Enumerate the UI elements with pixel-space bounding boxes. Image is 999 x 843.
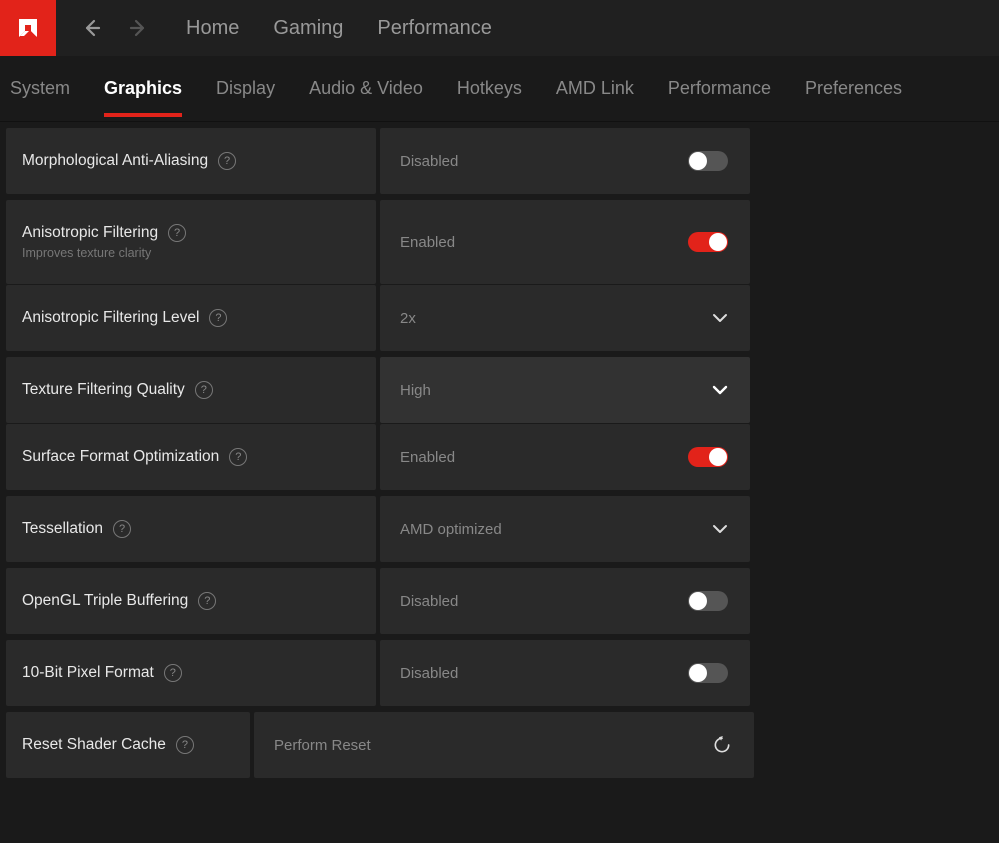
sub-tabs: System Graphics Display Audio & Video Ho… bbox=[0, 56, 999, 122]
nav-arrows bbox=[74, 10, 156, 46]
topbar: Home Gaming Performance bbox=[0, 0, 999, 56]
setting-title: 10-Bit Pixel Format bbox=[22, 664, 154, 682]
chevron-down-icon bbox=[712, 524, 728, 534]
row-tessellation: Tessellation ? AMD optimized bbox=[6, 496, 993, 562]
group-morph-aa: Morphological Anti-Aliasing ? Disabled bbox=[6, 128, 993, 194]
row-reset-shader: Reset Shader Cache ? Perform Reset bbox=[6, 712, 993, 778]
amd-arrow-icon bbox=[13, 13, 43, 43]
label-surface-opt: Surface Format Optimization ? bbox=[6, 424, 376, 490]
chevron-down-icon bbox=[712, 385, 728, 395]
value-10bit: Disabled bbox=[380, 640, 750, 706]
tab-performance[interactable]: Performance bbox=[377, 17, 492, 40]
settings-content: Morphological Anti-Aliasing ? Disabled A… bbox=[0, 122, 999, 778]
group-texture: Texture Filtering Quality ? High Surface… bbox=[6, 357, 993, 490]
help-icon[interactable]: ? bbox=[195, 381, 213, 399]
tab-home[interactable]: Home bbox=[186, 17, 239, 40]
toggle-ogl-triple[interactable] bbox=[688, 591, 728, 611]
row-aniso: Anisotropic Filtering ? Improves texture… bbox=[6, 200, 993, 284]
label-reset-shader: Reset Shader Cache ? bbox=[6, 712, 250, 778]
row-ogl-triple: OpenGL Triple Buffering ? Disabled bbox=[6, 568, 993, 634]
row-tex-quality: Texture Filtering Quality ? High bbox=[6, 357, 993, 423]
toggle-surface-opt[interactable] bbox=[688, 447, 728, 467]
top-tabs: Home Gaming Performance bbox=[186, 17, 492, 40]
setting-title: Reset Shader Cache bbox=[22, 736, 166, 754]
subtab-hotkeys[interactable]: Hotkeys bbox=[457, 74, 522, 103]
help-icon[interactable]: ? bbox=[164, 664, 182, 682]
help-icon[interactable]: ? bbox=[176, 736, 194, 754]
value-surface-opt: Enabled bbox=[380, 424, 750, 490]
help-icon[interactable]: ? bbox=[168, 224, 186, 242]
row-morph-aa: Morphological Anti-Aliasing ? Disabled bbox=[6, 128, 993, 194]
setting-subtitle: Improves texture clarity bbox=[22, 246, 360, 260]
dropdown-tessellation[interactable]: AMD optimized bbox=[380, 496, 750, 562]
help-icon[interactable]: ? bbox=[198, 592, 216, 610]
label-tex-quality: Texture Filtering Quality ? bbox=[6, 357, 376, 423]
group-aniso: Anisotropic Filtering ? Improves texture… bbox=[6, 200, 993, 351]
row-surface-opt: Surface Format Optimization ? Enabled bbox=[6, 424, 993, 490]
subtab-amd-link[interactable]: AMD Link bbox=[556, 74, 634, 103]
group-ogl: OpenGL Triple Buffering ? Disabled bbox=[6, 568, 993, 634]
label-tessellation: Tessellation ? bbox=[6, 496, 376, 562]
label-aniso: Anisotropic Filtering ? Improves texture… bbox=[6, 200, 376, 284]
label-ogl-triple: OpenGL Triple Buffering ? bbox=[6, 568, 376, 634]
reset-icon bbox=[712, 735, 732, 755]
action-text: Perform Reset bbox=[274, 737, 371, 754]
subtab-system[interactable]: System bbox=[10, 74, 70, 103]
dropdown-tex-quality[interactable]: High bbox=[380, 357, 750, 423]
setting-title: Anisotropic Filtering bbox=[22, 224, 158, 242]
group-tess: Tessellation ? AMD optimized bbox=[6, 496, 993, 562]
value-morph-aa: Disabled bbox=[380, 128, 750, 194]
label-10bit: 10-Bit Pixel Format ? bbox=[6, 640, 376, 706]
label-morph-aa: Morphological Anti-Aliasing ? bbox=[6, 128, 376, 194]
setting-title: Surface Format Optimization bbox=[22, 448, 219, 466]
setting-title: OpenGL Triple Buffering bbox=[22, 592, 188, 610]
label-aniso-level: Anisotropic Filtering Level ? bbox=[6, 285, 376, 351]
subtab-preferences[interactable]: Preferences bbox=[805, 74, 902, 103]
status-text: Disabled bbox=[400, 665, 458, 682]
subtab-display[interactable]: Display bbox=[216, 74, 275, 103]
help-icon[interactable]: ? bbox=[218, 152, 236, 170]
amd-logo[interactable] bbox=[0, 0, 56, 56]
toggle-aniso[interactable] bbox=[688, 232, 728, 252]
status-text: Disabled bbox=[400, 153, 458, 170]
toggle-10bit[interactable] bbox=[688, 663, 728, 683]
back-button[interactable] bbox=[74, 10, 110, 46]
status-text: Disabled bbox=[400, 593, 458, 610]
status-text: AMD optimized bbox=[400, 521, 502, 538]
status-text: Enabled bbox=[400, 234, 455, 251]
row-aniso-level: Anisotropic Filtering Level ? 2x bbox=[6, 285, 993, 351]
status-text: 2x bbox=[400, 310, 416, 327]
value-aniso: Enabled bbox=[380, 200, 750, 284]
setting-title: Anisotropic Filtering Level bbox=[22, 309, 199, 327]
group-reset-shader: Reset Shader Cache ? Perform Reset bbox=[6, 712, 993, 778]
help-icon[interactable]: ? bbox=[229, 448, 247, 466]
dropdown-aniso-level[interactable]: 2x bbox=[380, 285, 750, 351]
forward-button[interactable] bbox=[120, 10, 156, 46]
chevron-down-icon bbox=[712, 313, 728, 323]
help-icon[interactable]: ? bbox=[113, 520, 131, 538]
status-text: High bbox=[400, 382, 431, 399]
subtab-graphics[interactable]: Graphics bbox=[104, 74, 182, 103]
status-text: Enabled bbox=[400, 449, 455, 466]
setting-title: Morphological Anti-Aliasing bbox=[22, 152, 208, 170]
group-10bit: 10-Bit Pixel Format ? Disabled bbox=[6, 640, 993, 706]
value-ogl-triple: Disabled bbox=[380, 568, 750, 634]
subtab-performance[interactable]: Performance bbox=[668, 74, 771, 103]
arrow-right-icon bbox=[128, 18, 148, 38]
setting-title: Tessellation bbox=[22, 520, 103, 538]
help-icon[interactable]: ? bbox=[209, 309, 227, 327]
button-perform-reset[interactable]: Perform Reset bbox=[254, 712, 754, 778]
tab-gaming[interactable]: Gaming bbox=[273, 17, 343, 40]
arrow-left-icon bbox=[82, 18, 102, 38]
row-10bit: 10-Bit Pixel Format ? Disabled bbox=[6, 640, 993, 706]
setting-title: Texture Filtering Quality bbox=[22, 381, 185, 399]
toggle-morph-aa[interactable] bbox=[688, 151, 728, 171]
subtab-audio-video[interactable]: Audio & Video bbox=[309, 74, 423, 103]
